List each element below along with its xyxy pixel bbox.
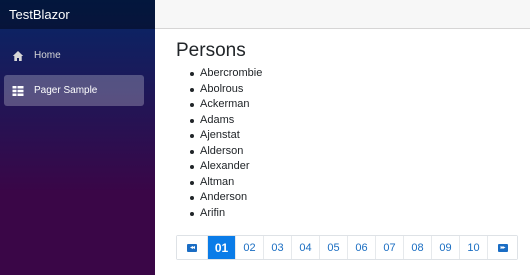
- page-button-06[interactable]: 06: [347, 236, 375, 259]
- list-item: Arifin: [189, 206, 530, 222]
- sidebar-item-label: Home: [34, 50, 61, 61]
- home-icon: [12, 50, 24, 62]
- page-button-09[interactable]: 09: [431, 236, 459, 259]
- last-page-button[interactable]: ▸▸: [487, 236, 517, 259]
- list-item: Abolrous: [189, 82, 530, 98]
- first-page-button[interactable]: ◂◂: [177, 236, 207, 259]
- nav-menu: Home Pager Sample: [0, 29, 155, 106]
- page-button-05[interactable]: 05: [319, 236, 347, 259]
- page-button-02[interactable]: 02: [235, 236, 263, 259]
- top-bar: [155, 0, 530, 29]
- list-item: Altman: [189, 175, 530, 191]
- sidebar-item-pager-sample[interactable]: Pager Sample: [4, 75, 144, 106]
- page-button-03[interactable]: 03: [263, 236, 291, 259]
- page-button-04[interactable]: 04: [291, 236, 319, 259]
- page-title: Persons: [176, 40, 246, 61]
- pager: ◂◂ 01 02 03 04 05 06 07 08 09 10 ▸▸: [176, 235, 518, 260]
- sidebar-header: TestBlazor: [0, 0, 155, 29]
- list-item: Alexander: [189, 159, 530, 175]
- sidebar-item-home[interactable]: Home: [4, 40, 144, 71]
- list-icon: [12, 85, 24, 97]
- list-item: Ajenstat: [189, 128, 530, 144]
- brand-title[interactable]: TestBlazor: [9, 7, 70, 22]
- last-page-icon: ▸▸: [497, 243, 508, 252]
- sidebar: TestBlazor Home Pager Sample: [0, 0, 155, 275]
- main-content: Persons Abercrombie Abolrous Ackerman Ad…: [176, 40, 530, 221]
- page-button-01[interactable]: 01: [207, 236, 235, 259]
- sidebar-item-label: Pager Sample: [34, 85, 98, 96]
- list-item: Adams: [189, 113, 530, 129]
- page-button-07[interactable]: 07: [375, 236, 403, 259]
- list-item: Ackerman: [189, 97, 530, 113]
- persons-list: Abercrombie Abolrous Ackerman Adams Ajen…: [189, 66, 530, 221]
- first-page-icon: ◂◂: [187, 243, 197, 252]
- list-item: Abercrombie: [189, 66, 530, 82]
- page-button-10[interactable]: 10: [459, 236, 487, 259]
- list-item: Alderson: [189, 144, 530, 160]
- list-item: Anderson: [189, 190, 530, 206]
- page-button-08[interactable]: 08: [403, 236, 431, 259]
